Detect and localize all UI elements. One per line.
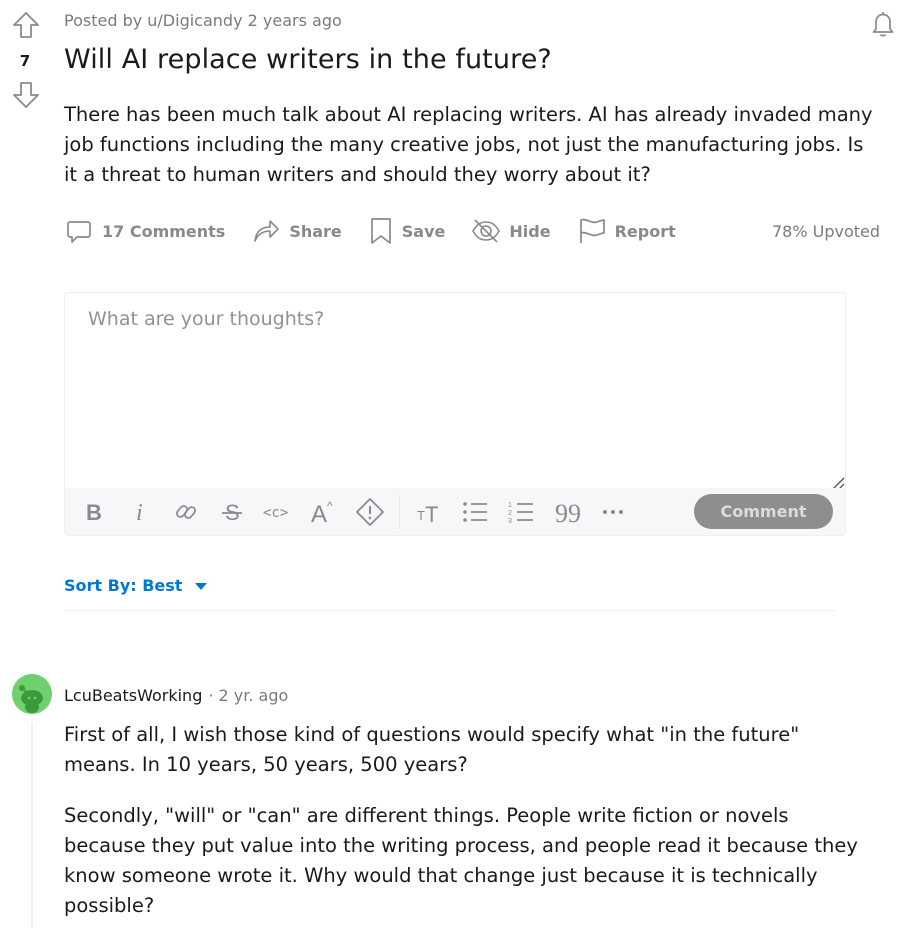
comments-button[interactable]: 17 Comments <box>64 216 225 246</box>
italic-icon[interactable]: i <box>117 488 163 535</box>
post-body: There has been much talk about AI replac… <box>64 100 874 190</box>
post-meta: Posted by u/Digicandy 2 years ago <box>64 11 342 30</box>
svg-text:2: 2 <box>508 510 512 517</box>
post-title: Will AI replace writers in the future? <box>64 44 552 75</box>
svg-text:99: 99 <box>555 499 581 525</box>
share-arrow-icon <box>254 220 280 242</box>
save-label: Save <box>401 221 446 241</box>
comment-thread-line[interactable] <box>31 722 33 928</box>
svg-text:T: T <box>425 502 438 525</box>
sort-label: Sort By: Best <box>64 576 183 595</box>
hide-label: Hide <box>509 221 551 241</box>
comment-input-placeholder[interactable]: What are your thoughts? <box>88 308 324 330</box>
more-options-icon[interactable] <box>590 488 636 535</box>
upvote-ratio: 78% Upvoted <box>771 221 880 241</box>
downvote-arrow-icon[interactable] <box>11 80 41 110</box>
inline-code-icon[interactable]: <c> <box>255 488 301 535</box>
toolbar-divider <box>399 494 400 529</box>
svg-text:1: 1 <box>508 502 512 509</box>
svg-text:3: 3 <box>508 518 512 525</box>
bulleted-list-icon[interactable] <box>452 488 498 535</box>
caret-down-icon <box>195 582 208 590</box>
numbered-list-icon[interactable]: 123 <box>498 488 544 535</box>
save-button[interactable]: Save <box>368 216 446 246</box>
hide-eye-icon <box>472 219 501 243</box>
share-label: Share <box>289 221 342 241</box>
post-action-bar: 17 Comments Share Save Hide Report 78% U… <box>64 212 880 250</box>
svg-text:T: T <box>417 508 425 523</box>
comment-author[interactable]: LcuBeatsWorking <box>64 686 202 705</box>
comment-timestamp: · 2 yr. ago <box>208 686 289 705</box>
hide-button[interactable]: Hide <box>471 216 551 246</box>
vote-score: 7 <box>19 52 31 70</box>
sort-dropdown[interactable]: Sort By: Best <box>64 576 208 595</box>
comment-bubble-icon <box>67 221 91 243</box>
comment-meta: LcuBeatsWorking · 2 yr. ago <box>64 686 288 705</box>
svg-text:A: A <box>311 501 327 526</box>
bookmark-icon <box>370 218 391 244</box>
bell-icon[interactable] <box>868 9 898 39</box>
link-icon[interactable] <box>163 488 209 535</box>
comment-paragraph: Secondly, "will" or "can" are different … <box>64 804 858 917</box>
heading-icon[interactable]: TT <box>406 488 452 535</box>
report-button[interactable]: Report <box>577 216 676 246</box>
svg-text:^: ^ <box>327 499 333 513</box>
quote-icon[interactable]: 99 <box>544 488 590 535</box>
report-label: Report <box>614 221 676 241</box>
spoiler-icon[interactable] <box>347 488 393 535</box>
upvote-arrow-icon[interactable] <box>11 10 41 40</box>
bold-icon[interactable]: B <box>71 488 117 535</box>
superscript-icon[interactable]: A ^ <box>301 488 347 535</box>
avatar[interactable] <box>12 674 52 714</box>
svg-text:<c>: <c> <box>263 505 288 521</box>
post-body-text: There has been much talk about AI replac… <box>64 103 873 186</box>
sort-divider <box>64 610 835 611</box>
svg-text:B: B <box>86 500 102 524</box>
strikethrough-icon[interactable]: S <box>209 488 255 535</box>
comments-count-label: 17 Comments <box>102 221 226 241</box>
share-button[interactable]: Share <box>251 216 342 246</box>
comment-submit-button[interactable]: Comment <box>694 494 833 529</box>
flag-icon <box>579 218 605 243</box>
svg-text:i: i <box>136 500 143 524</box>
comment-paragraph: First of all, I wish those kind of quest… <box>64 723 800 776</box>
